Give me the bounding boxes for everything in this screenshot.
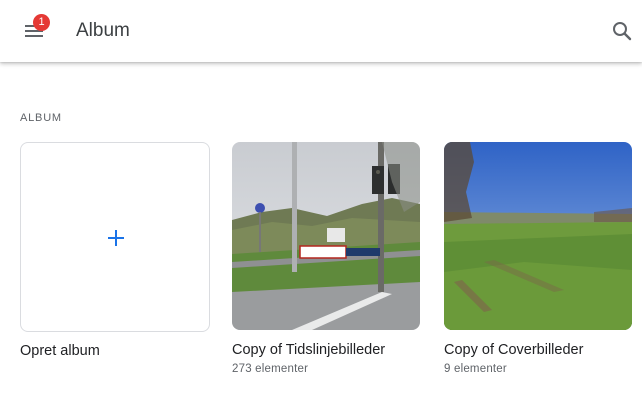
album-thumbnail[interactable] [232, 142, 420, 330]
create-album-button[interactable] [20, 142, 210, 332]
album-item-count: 9 elementer [444, 363, 507, 375]
album-thumbnail[interactable] [444, 142, 632, 330]
create-album-card[interactable]: Opret album [20, 142, 210, 360]
album-item-count: 273 elementer [232, 363, 309, 375]
album-title: Copy of Tidslinjebilleder [232, 342, 386, 358]
album-card[interactable]: Copy of Coverbilleder 9 elementer [444, 142, 632, 376]
page-title: Album [76, 20, 130, 41]
plus-icon [108, 230, 124, 246]
search-button[interactable] [610, 19, 634, 43]
album-title: Copy of Coverbilleder [444, 342, 584, 358]
notification-badge: 1 [33, 14, 50, 31]
search-icon [613, 22, 632, 41]
album-card[interactable]: Copy of Tidslinjebilleder 273 elementer [232, 142, 420, 376]
section-heading-album: ALBUM [20, 112, 62, 124]
create-album-label: Opret album [20, 343, 100, 359]
app-header: 1 Album [0, 0, 642, 62]
